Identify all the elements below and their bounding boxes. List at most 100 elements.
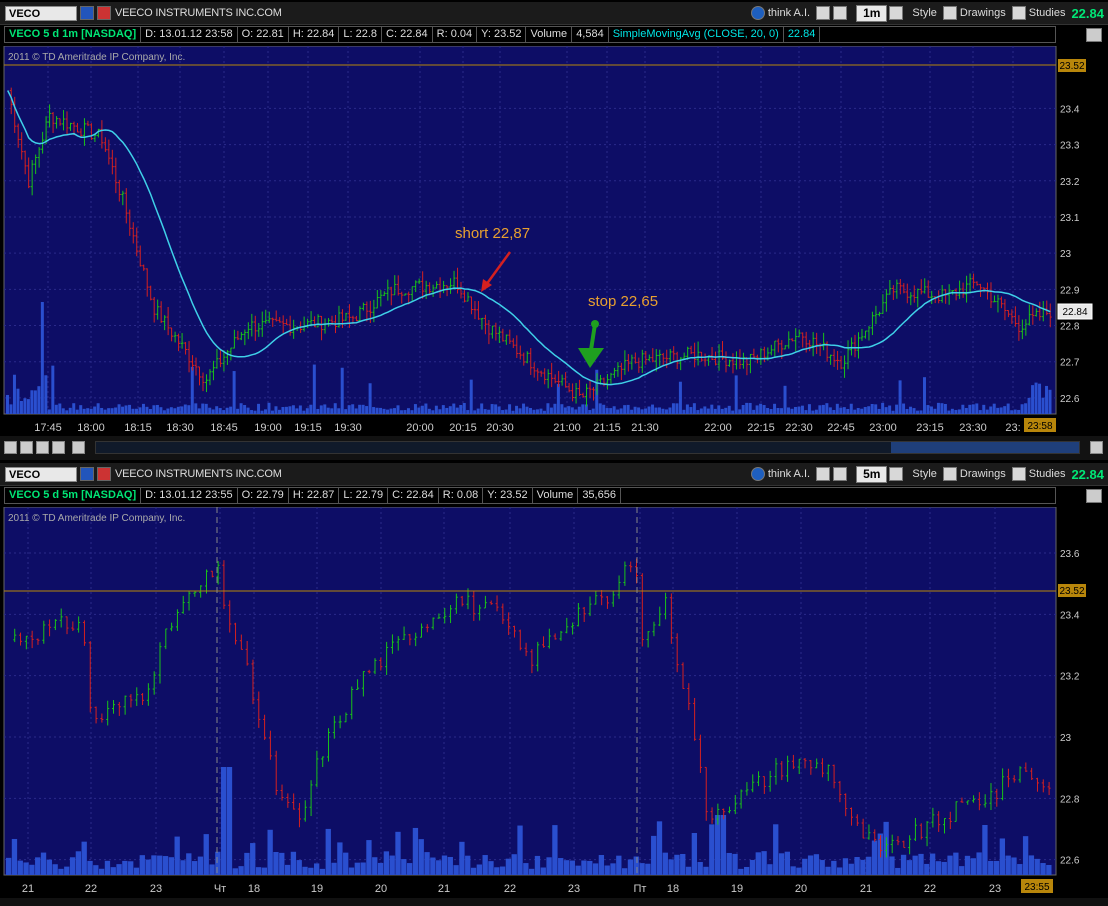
volume-bar [525, 406, 529, 414]
volume-bar [591, 408, 595, 414]
volume-bar [588, 410, 592, 414]
volume-bar [661, 408, 665, 414]
volume-bar [511, 854, 517, 875]
volume-bar [372, 407, 376, 414]
symbol-dropdown-icon[interactable] [80, 6, 94, 20]
volume-bar [434, 405, 438, 414]
volume-bar [1020, 404, 1024, 414]
volume-bar [264, 409, 267, 414]
zoom-in-icon[interactable] [52, 441, 65, 454]
volume-bar [305, 408, 309, 414]
volume-bar [79, 405, 83, 414]
timeframe-selector-bottom[interactable]: 5m [856, 465, 906, 483]
volume-bar [985, 409, 989, 414]
volume-bar [277, 409, 281, 414]
x-tick-label: 19:30 [334, 422, 362, 434]
volume-bar [825, 403, 829, 414]
volume-bar [180, 860, 186, 875]
volume-bar [494, 404, 498, 414]
volume-bar [767, 864, 773, 875]
volume-bar [487, 409, 491, 414]
chart-settings-icon[interactable] [1086, 28, 1102, 42]
volume-bar [316, 408, 320, 414]
volume-bar [229, 406, 233, 414]
volume-bar [288, 406, 292, 414]
volume-bar [558, 858, 564, 875]
zoom-out-icon[interactable] [36, 441, 49, 454]
link-icon[interactable] [97, 467, 111, 481]
volume-bar [807, 855, 814, 875]
tools-icon[interactable] [816, 467, 850, 481]
volume-bar [448, 406, 452, 414]
volume-bar [831, 860, 837, 875]
think-ai-button-bottom[interactable]: think A.I. [750, 467, 810, 481]
timeframe-selector[interactable]: 1m [856, 4, 906, 22]
volume-bar [518, 408, 522, 414]
symbol-input-bottom[interactable]: VECO [5, 466, 77, 482]
volume-bar [100, 407, 104, 414]
studies-button-bottom[interactable]: Studies [1011, 467, 1065, 481]
scroll-right-icon[interactable] [1090, 441, 1103, 454]
volume-bar [752, 409, 756, 414]
x-tick-label: 17:45 [34, 422, 62, 434]
drawings-button-bottom[interactable]: Drawings [942, 467, 1006, 481]
volume-bar [424, 403, 428, 414]
volume-bar [1048, 389, 1052, 414]
volume-bar [745, 402, 749, 414]
scroll-left-icon[interactable] [72, 441, 85, 454]
volume-bar [441, 855, 448, 875]
symbol-input[interactable]: VECO [5, 5, 77, 21]
volume-bar [941, 861, 947, 875]
volume-bar [668, 407, 672, 414]
style-button-bottom[interactable]: Style [912, 468, 936, 480]
volume-bar [1006, 403, 1010, 414]
volume-bar [347, 405, 351, 414]
studies-button[interactable]: Studies [1011, 6, 1065, 20]
symbol-dropdown-icon[interactable] [80, 467, 94, 481]
volume-bar [905, 409, 909, 414]
volume-bar [853, 409, 857, 414]
volume-bar [1040, 863, 1046, 875]
volume-bar [121, 406, 125, 414]
scrollbar-thumb[interactable] [891, 442, 1079, 453]
volume-bar [431, 410, 435, 414]
volume-bar [47, 409, 51, 414]
add-icon[interactable] [4, 441, 17, 454]
volume-bar [490, 404, 494, 414]
volume-bar [534, 855, 541, 875]
volume-bar [598, 855, 605, 875]
volume-bar [37, 386, 41, 414]
volume-bar [1038, 383, 1042, 414]
price-chart-1m[interactable]: 23.52 22.84 2011 © TD Ameritrade IP Comp… [0, 46, 1108, 436]
volume-bar [776, 407, 780, 414]
volume-bar [964, 407, 968, 414]
volume-bar [238, 866, 244, 875]
volume-bar [131, 408, 135, 414]
volume-bar [103, 409, 107, 414]
style-button[interactable]: Style [912, 7, 936, 19]
drawings-button[interactable]: Drawings [942, 6, 1006, 20]
volume-bar [110, 867, 116, 875]
tools-icon[interactable] [816, 6, 850, 20]
volume-bar [691, 833, 698, 875]
volume-bar [399, 410, 403, 414]
volume-bar [508, 404, 512, 414]
volume-bar [279, 852, 285, 875]
volume-bar [909, 406, 913, 414]
chart-settings-icon[interactable] [1086, 489, 1102, 503]
price-chart-5m[interactable]: 23.52 2011 © TD Ameritrade IP Company, I… [0, 507, 1108, 898]
volume-bar [72, 403, 76, 414]
volume-bar [319, 868, 326, 875]
volume-bar [849, 403, 853, 414]
volume-bar [436, 860, 442, 875]
volume-bar [104, 860, 111, 875]
think-ai-button[interactable]: think A.I. [750, 6, 810, 20]
y-tick-label: 22.8 [1060, 794, 1080, 805]
remove-icon[interactable] [20, 441, 33, 454]
volume-bar [819, 860, 825, 875]
volume-bar [406, 863, 413, 875]
horizontal-scrollbar[interactable] [95, 441, 1080, 454]
link-icon[interactable] [97, 6, 111, 20]
volume-bar [470, 867, 477, 875]
volume-bar [651, 835, 657, 875]
